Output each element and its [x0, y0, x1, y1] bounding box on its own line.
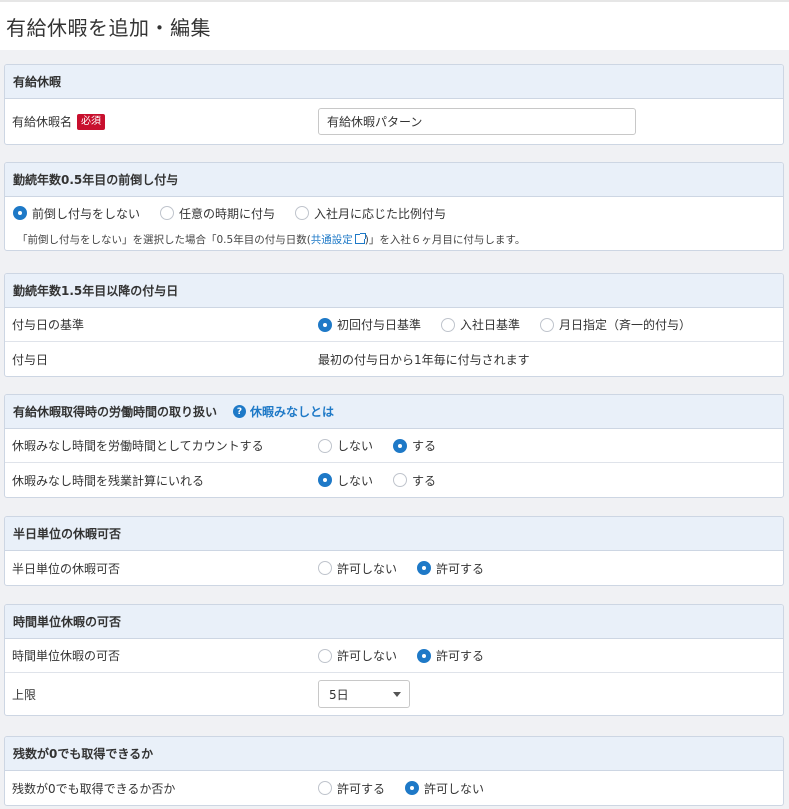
- radio-selected-icon: [393, 438, 408, 453]
- radio-hourly-deny[interactable]: 許可しない: [318, 647, 397, 664]
- section-title: 半日単位の休暇可否: [5, 517, 783, 551]
- radio-any-time[interactable]: 任意の時期に付与: [160, 205, 275, 222]
- radio-unselected-icon: [540, 317, 555, 332]
- grant-basis-label: 付与日の基準: [12, 318, 85, 332]
- overtime-label: 休暇みなし時間を残業計算にいれる: [12, 473, 205, 488]
- radio-count-yes[interactable]: する: [393, 437, 436, 454]
- radio-fixed-date[interactable]: 月日指定（斉一的付与）: [540, 316, 691, 333]
- radio-count-no[interactable]: しない: [318, 437, 373, 454]
- external-link-icon: [354, 233, 366, 244]
- section-title: 残数が0でも取得できるか: [5, 737, 783, 771]
- section-half-day: 半日単位の休暇可否 半日単位の休暇可否 許可しない 許可する: [4, 516, 784, 586]
- advance-grant-options: 前倒し付与をしない 任意の時期に付与 入社月に応じた比例付与: [5, 198, 783, 228]
- radio-overtime-no[interactable]: しない: [318, 472, 373, 489]
- radio-unselected-icon: [318, 561, 332, 575]
- section-title: 時間単位休暇の可否: [5, 605, 783, 639]
- help-link[interactable]: 休暇みなしとは: [250, 403, 334, 420]
- leave-name-input[interactable]: [318, 108, 636, 135]
- common-settings-link[interactable]: 共通設定: [311, 232, 353, 247]
- half-day-row: 半日単位の休暇可否 許可しない 許可する: [5, 551, 783, 585]
- caret-down-icon: [393, 691, 401, 697]
- page-title: 有給休暇を追加・編集: [6, 16, 211, 40]
- radio-selected-icon: [417, 561, 432, 575]
- page-header: 有給休暇を追加・編集: [0, 0, 789, 50]
- hourly-row: 時間単位休暇の可否 許可しない 許可する: [5, 639, 783, 673]
- radio-unselected-icon: [441, 317, 456, 332]
- count-as-work-row: 休暇みなし時間を労働時間としてカウントする しない する: [5, 429, 783, 463]
- radio-hourly-allow[interactable]: 許可する: [417, 647, 484, 664]
- radio-unselected-icon: [318, 648, 332, 663]
- section-paid-leave: 有給休暇 有給休暇名 必須: [4, 64, 784, 145]
- radio-selected-icon: [318, 473, 332, 487]
- radio-no-advance[interactable]: 前倒し付与をしない: [13, 205, 140, 222]
- section-title: 有給休暇: [5, 65, 783, 99]
- zero-balance-row: 残数が0でも取得できるか否か 許可する 許可しない: [5, 771, 783, 805]
- radio-unselected-icon: [160, 206, 175, 220]
- radio-half-allow[interactable]: 許可する: [417, 560, 484, 577]
- section-hourly: 時間単位休暇の可否 時間単位休暇の可否 許可しない 許可する 上限 5日: [4, 604, 784, 716]
- radio-selected-icon: [405, 781, 420, 795]
- radio-unselected-icon: [295, 206, 310, 220]
- radio-proportional[interactable]: 入社月に応じた比例付与: [295, 205, 446, 222]
- limit-label: 上限: [12, 687, 37, 702]
- radio-half-deny[interactable]: 許可しない: [318, 560, 397, 577]
- section-grant-date: 勤続年数1.5年目以降の付与日 付与日の基準 初回付与日基準 入社日基準 月日指…: [4, 273, 784, 377]
- limit-select[interactable]: 5日: [318, 680, 410, 708]
- grant-date-value: 最初の付与日から1年毎に付与されます: [318, 352, 530, 367]
- hourly-label: 時間単位休暇の可否: [12, 649, 121, 663]
- grant-date-label: 付与日: [12, 352, 49, 367]
- section-title: 有給休暇取得時の労働時間の取り扱い ? 休暇みなしとは: [5, 395, 783, 429]
- zero-balance-label: 残数が0でも取得できるか否か: [12, 781, 176, 796]
- radio-first-grant[interactable]: 初回付与日基準: [318, 316, 421, 333]
- radio-selected-icon: [13, 206, 27, 220]
- section-zero-balance: 残数が0でも取得できるか 残数が0でも取得できるか否か 許可する 許可しない: [4, 736, 784, 806]
- grant-basis-row: 付与日の基準 初回付与日基準 入社日基準 月日指定（斉一的付与）: [5, 308, 783, 342]
- radio-selected-icon: [318, 317, 332, 332]
- count-as-work-label: 休暇みなし時間を労働時間としてカウントする: [12, 439, 264, 453]
- section-title: 勤続年数1.5年目以降の付与日: [5, 274, 783, 308]
- radio-selected-icon: [417, 648, 432, 663]
- radio-unselected-icon: [318, 438, 332, 453]
- half-day-label: 半日単位の休暇可否: [12, 561, 121, 576]
- radio-zero-allow[interactable]: 許可する: [318, 780, 385, 797]
- section-work-hours: 有給休暇取得時の労働時間の取り扱い ? 休暇みなしとは 休暇みなし時間を労働時間…: [4, 394, 784, 498]
- radio-unselected-icon: [318, 781, 332, 795]
- radio-unselected-icon: [393, 473, 408, 487]
- leave-name-row: 有給休暇名 必須: [5, 99, 783, 144]
- section-title: 勤続年数0.5年目の前倒し付与: [5, 163, 783, 197]
- section-advance-grant: 勤続年数0.5年目の前倒し付与 前倒し付与をしない 任意の時期に付与 入社月に応…: [4, 162, 784, 251]
- limit-row: 上限 5日: [5, 673, 783, 715]
- radio-overtime-yes[interactable]: する: [393, 472, 436, 489]
- required-badge: 必須: [77, 113, 106, 130]
- grant-date-row: 付与日 最初の付与日から1年毎に付与されます: [5, 342, 783, 376]
- radio-zero-deny[interactable]: 許可しない: [405, 780, 484, 797]
- leave-name-label: 有給休暇名: [12, 115, 73, 129]
- overtime-row: 休暇みなし時間を残業計算にいれる しない する: [5, 463, 783, 497]
- help-icon: ?: [233, 405, 247, 418]
- advance-grant-note: 「前倒し付与をしない」を選択した場合「0.5年目の付与日数(共通設定)」を入社６…: [17, 232, 526, 247]
- radio-join-date[interactable]: 入社日基準: [441, 316, 520, 333]
